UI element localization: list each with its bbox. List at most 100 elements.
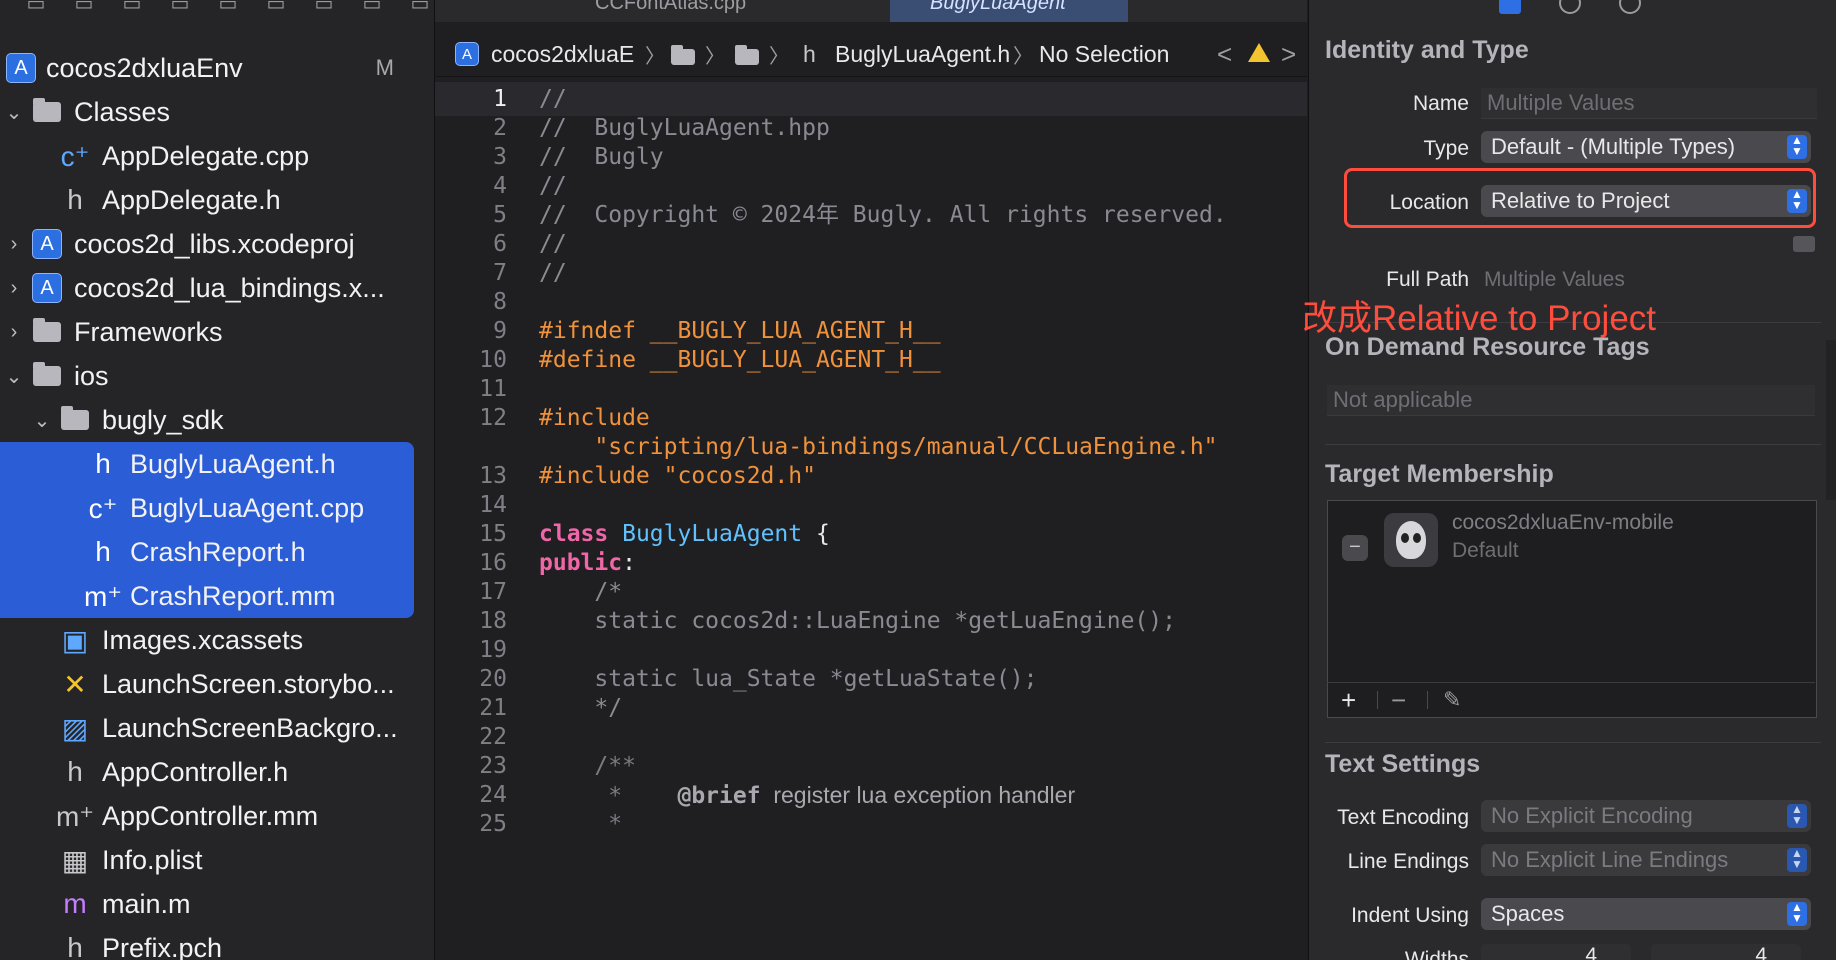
- folder-icon[interactable]: [671, 44, 695, 71]
- navigator-item[interactable]: ▦ Info.plist: [0, 838, 434, 882]
- code-token: *: [539, 783, 678, 809]
- navigator-item-label: cocos2d_lua_bindings.x...: [74, 272, 385, 303]
- file-inspector: Identity and Type Name Multiple Values T…: [1308, 0, 1836, 960]
- navigator-item[interactable]: h CrashReport.h: [0, 530, 434, 574]
- jumpbar-symbol[interactable]: No Selection: [1039, 41, 1169, 68]
- jumpbar-project[interactable]: cocos2dxluaE: [491, 41, 634, 68]
- code-token: #include: [539, 405, 650, 431]
- forward-arrow-icon[interactable]: >: [1281, 39, 1296, 70]
- navigator-item[interactable]: m main.m: [0, 882, 434, 926]
- navigator-item-label: AppDelegate.h: [102, 184, 281, 215]
- navigator-item[interactable]: c⁺ BuglyLuaAgent.cpp: [0, 486, 434, 530]
- code-token: //: [539, 86, 567, 112]
- chevron-right-icon[interactable]: ›: [4, 321, 24, 344]
- navigator-item[interactable]: c⁺ AppDelegate.cpp: [0, 134, 434, 178]
- image-file-icon: ▨: [61, 712, 89, 744]
- navigator-item[interactable]: Acocos2dxluaEnv M: [0, 46, 434, 90]
- navigator-item[interactable]: h BuglyLuaAgent.h: [0, 442, 434, 486]
- chevron-down-icon[interactable]: ⌄: [4, 100, 24, 125]
- objcpp-file-icon: m⁺: [55, 800, 95, 832]
- code-area[interactable]: 1//2// BuglyLuaAgent.hpp 3// Bugly 4//5// …: [435, 82, 1307, 960]
- chevron-down-icon[interactable]: ⌄: [32, 408, 52, 433]
- navigator-item[interactable]: ⌄ ios: [0, 354, 434, 398]
- chevron-right-icon[interactable]: ›: [4, 277, 24, 300]
- tab-ccfontatlas[interactable]: CCFontAtlas.cpp: [595, 0, 805, 22]
- folder-icon[interactable]: [735, 44, 759, 71]
- edit-pencil-icon[interactable]: ✎: [1443, 683, 1461, 717]
- back-arrow-icon[interactable]: <: [1217, 39, 1232, 70]
- navigator-item-label: Frameworks: [74, 316, 223, 347]
- debug-icon[interactable]: ▭: [312, 0, 336, 11]
- tags-field[interactable]: Not applicable: [1327, 385, 1815, 416]
- jumpbar-file[interactable]: BuglyLuaAgent.h: [835, 41, 1010, 68]
- issue-icon[interactable]: ▭: [216, 0, 240, 11]
- line-endings-popup[interactable]: No Explicit Line Endings ▲ ▼: [1481, 844, 1811, 876]
- add-target-button[interactable]: +: [1341, 683, 1356, 717]
- source-control-icon[interactable]: ▭: [72, 0, 96, 11]
- tab-width-value: 4: [1585, 944, 1597, 960]
- code-token: */: [539, 695, 623, 721]
- chevron-right-icon: 〉: [705, 45, 725, 68]
- scrollbar[interactable]: [1826, 340, 1836, 500]
- file-inspector-icon[interactable]: [1499, 0, 1521, 14]
- text-encoding-popup[interactable]: No Explicit Encoding ▲ ▼: [1481, 800, 1811, 832]
- section-title-text-settings: Text Settings: [1325, 750, 1481, 778]
- navigator-item[interactable]: h Prefix.pch: [0, 926, 434, 960]
- section-title-identity: Identity and Type: [1325, 36, 1529, 64]
- navigator-item[interactable]: › Frameworks: [0, 310, 434, 354]
- source-editor: CCFontAtlas.cpp BuglyLuaAgent A cocos2dx…: [435, 0, 1307, 960]
- navigator-item[interactable]: › Acocos2d_lua_bindings.x...: [0, 266, 434, 310]
- header-file-icon: h: [67, 756, 83, 787]
- membership-checkbox[interactable]: −: [1342, 535, 1368, 561]
- code-token: @brief: [677, 783, 761, 809]
- code-token: #ifndef __BUGLY_LUA_AGENT_H__: [539, 318, 941, 344]
- navigator-item[interactable]: ⌄ Classes: [0, 90, 434, 134]
- navigator-item[interactable]: ✕ LaunchScreen.storybo...: [0, 662, 434, 706]
- tab-buglyluaagent[interactable]: BuglyLuaAgent: [890, 0, 1128, 22]
- tab-label: CCFontAtlas.cpp: [595, 0, 747, 14]
- help-icon[interactable]: [1619, 0, 1641, 14]
- folder-icon[interactable]: ▭: [24, 0, 48, 11]
- code-token: :: [622, 550, 636, 576]
- navigator-item[interactable]: ⌄ bugly_sdk: [0, 398, 434, 442]
- project-navigator: ▭ ▭ ▭ ▭ ▭ ▭ ▭ ▭ ▭ Acocos2dxluaEnv M ⌄ Classes c⁺ AppD…: [0, 0, 435, 960]
- divider: [1325, 444, 1821, 445]
- header-file-icon: h: [67, 184, 83, 215]
- navigator-item[interactable]: › Acocos2d_libs.xcodeproj: [0, 222, 434, 266]
- annotation-highlight-box: [1344, 168, 1816, 228]
- project-icon: A: [455, 42, 479, 66]
- remove-target-button[interactable]: −: [1391, 683, 1406, 717]
- indent-width-stepper[interactable]: 4: [1651, 944, 1801, 960]
- warning-icon[interactable]: [1248, 43, 1270, 62]
- navigator-item[interactable]: m⁺ CrashReport.mm: [0, 574, 434, 618]
- type-popup[interactable]: Default - (Multiple Types) ▲ ▼: [1481, 131, 1811, 163]
- navigator-item[interactable]: ▣ Images.xcassets: [0, 618, 434, 662]
- folder-browse-icon[interactable]: [1793, 236, 1815, 252]
- folder-icon: [58, 403, 92, 437]
- breakpoint-icon[interactable]: ▭: [360, 0, 384, 11]
- navigator-item-label: Info.plist: [102, 844, 203, 875]
- name-field[interactable]: Multiple Values: [1481, 88, 1817, 119]
- navigator-item[interactable]: m⁺ AppController.mm: [0, 794, 434, 838]
- test-icon[interactable]: ▭: [264, 0, 288, 11]
- navigator-item-label: AppDelegate.cpp: [102, 140, 310, 171]
- type-value: Default - (Multiple Types): [1491, 134, 1736, 159]
- indent-using-popup[interactable]: Spaces ▲ ▼: [1481, 898, 1811, 930]
- history-icon[interactable]: [1559, 0, 1581, 14]
- chevron-right-icon[interactable]: ›: [4, 233, 24, 256]
- widths-label: Widths: [1404, 948, 1469, 960]
- report-icon[interactable]: ▭: [408, 0, 432, 11]
- navigator-item[interactable]: ▨ LaunchScreenBackgro...: [0, 706, 434, 750]
- tab-width-stepper[interactable]: 4: [1481, 944, 1631, 960]
- code-token: class: [539, 521, 623, 547]
- chevron-down-icon[interactable]: ⌄: [4, 364, 24, 389]
- search-icon[interactable]: ▭: [168, 0, 192, 11]
- navigator-item[interactable]: h AppDelegate.h: [0, 178, 434, 222]
- navigator-item[interactable]: h AppController.h: [0, 750, 434, 794]
- header-file-icon: h: [95, 448, 111, 479]
- full-path-value: Multiple Values: [1484, 268, 1625, 291]
- navigator-item-label: main.m: [102, 888, 191, 919]
- bookmark-icon[interactable]: ▭: [120, 0, 144, 11]
- chevron-updown-icon: ▲ ▼: [1787, 803, 1807, 828]
- objc-file-icon: m: [63, 888, 87, 919]
